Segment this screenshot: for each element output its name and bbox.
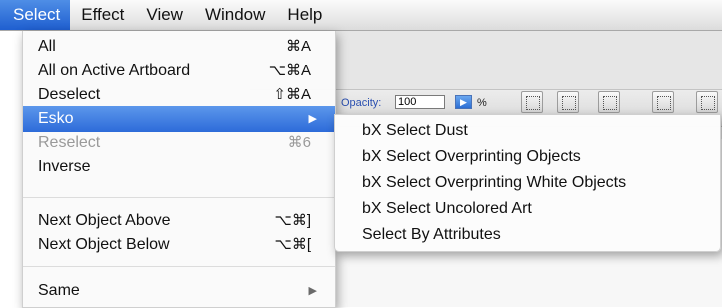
menu-item-shortcut: ⌥⌘A [268,62,311,79]
menu-item-label: Same [38,282,80,299]
menu-item-shortcut: ⌘6 [287,134,311,151]
menu-help[interactable]: Help [276,0,333,30]
esko-submenu: bX Select Dust bX Select Overprinting Ob… [334,114,721,252]
submenu-item-select-overprinting-white-objects[interactable]: bX Select Overprinting White Objects [335,170,720,196]
menu-item-same[interactable]: Same ▶ [23,278,335,304]
menu-bar: Select Effect View Window Help [0,0,722,31]
menu-item-label: Next Object Above [38,212,171,229]
menu-item-label: Deselect [38,86,101,103]
submenu-item-select-by-attributes[interactable]: Select By Attributes [335,222,720,248]
menu-item-all[interactable]: All ⌘A [23,34,335,60]
menu-item-label: Inverse [38,158,91,175]
menu-view[interactable]: View [135,0,194,30]
menu-item-deselect[interactable]: Deselect ⇧⌘A [23,82,335,108]
menu-item-all-on-active-artboard[interactable]: All on Active Artboard ⌥⌘A [23,58,335,84]
arrange-icon[interactable] [652,91,674,113]
opacity-label: Opacity: [341,97,382,109]
submenu-arrow-icon: ▶ [308,113,317,125]
transform-icon[interactable] [598,91,620,113]
align-icon[interactable] [557,91,579,113]
menu-effect[interactable]: Effect [70,0,135,30]
select-menu: All ⌘A All on Active Artboard ⌥⌘A Desele… [22,31,336,308]
opacity-unit: % [477,97,487,109]
menu-item-label: bX Select Uncolored Art [362,200,532,217]
menu-item-shortcut: ⇧⌘A [273,86,311,103]
menu-select[interactable]: Select [0,0,71,30]
menu-item-next-object-below[interactable]: Next Object Below ⌥⌘[ [23,232,335,258]
menu-item-label: bX Select Overprinting White Objects [362,174,627,191]
menu-item-label: Reselect [38,134,101,151]
menu-item-shortcut: ⌥⌘[ [274,236,311,253]
menu-item-inverse[interactable]: Inverse [23,154,335,180]
opacity-input[interactable]: 100 [395,95,445,109]
menu-item-shortcut: ⌥⌘] [274,212,311,229]
submenu-arrow-icon: ▶ [308,285,317,297]
submenu-item-select-dust[interactable]: bX Select Dust [335,118,720,144]
menu-window[interactable]: Window [194,0,276,30]
menu-item-label: Next Object Below [38,236,170,253]
menu-item-label: Esko [38,110,74,127]
menu-item-label: All [38,38,56,55]
menu-item-shortcut: ⌘A [285,38,311,55]
menu-item-label: All on Active Artboard [38,62,191,79]
chevron-right-icon: ▶ [460,97,467,107]
submenu-item-select-overprinting-objects[interactable]: bX Select Overprinting Objects [335,144,720,170]
options-icon[interactable] [696,91,718,113]
menu-item-label: bX Select Dust [362,122,468,139]
menu-item-reselect: Reselect ⌘6 [23,130,335,156]
menu-item-next-object-above[interactable]: Next Object Above ⌥⌘] [23,208,335,234]
menu-item-label: Select By Attributes [362,226,501,243]
menu-item-esko[interactable]: Esko ▶ [23,106,335,132]
opacity-dropdown-button[interactable]: ▶ [455,95,472,109]
menu-item-label: bX Select Overprinting Objects [362,148,581,165]
mask-icon[interactable] [521,91,543,113]
menu-separator [23,266,335,267]
submenu-item-select-uncolored-art[interactable]: bX Select Uncolored Art [335,196,720,222]
menu-separator [23,197,335,198]
